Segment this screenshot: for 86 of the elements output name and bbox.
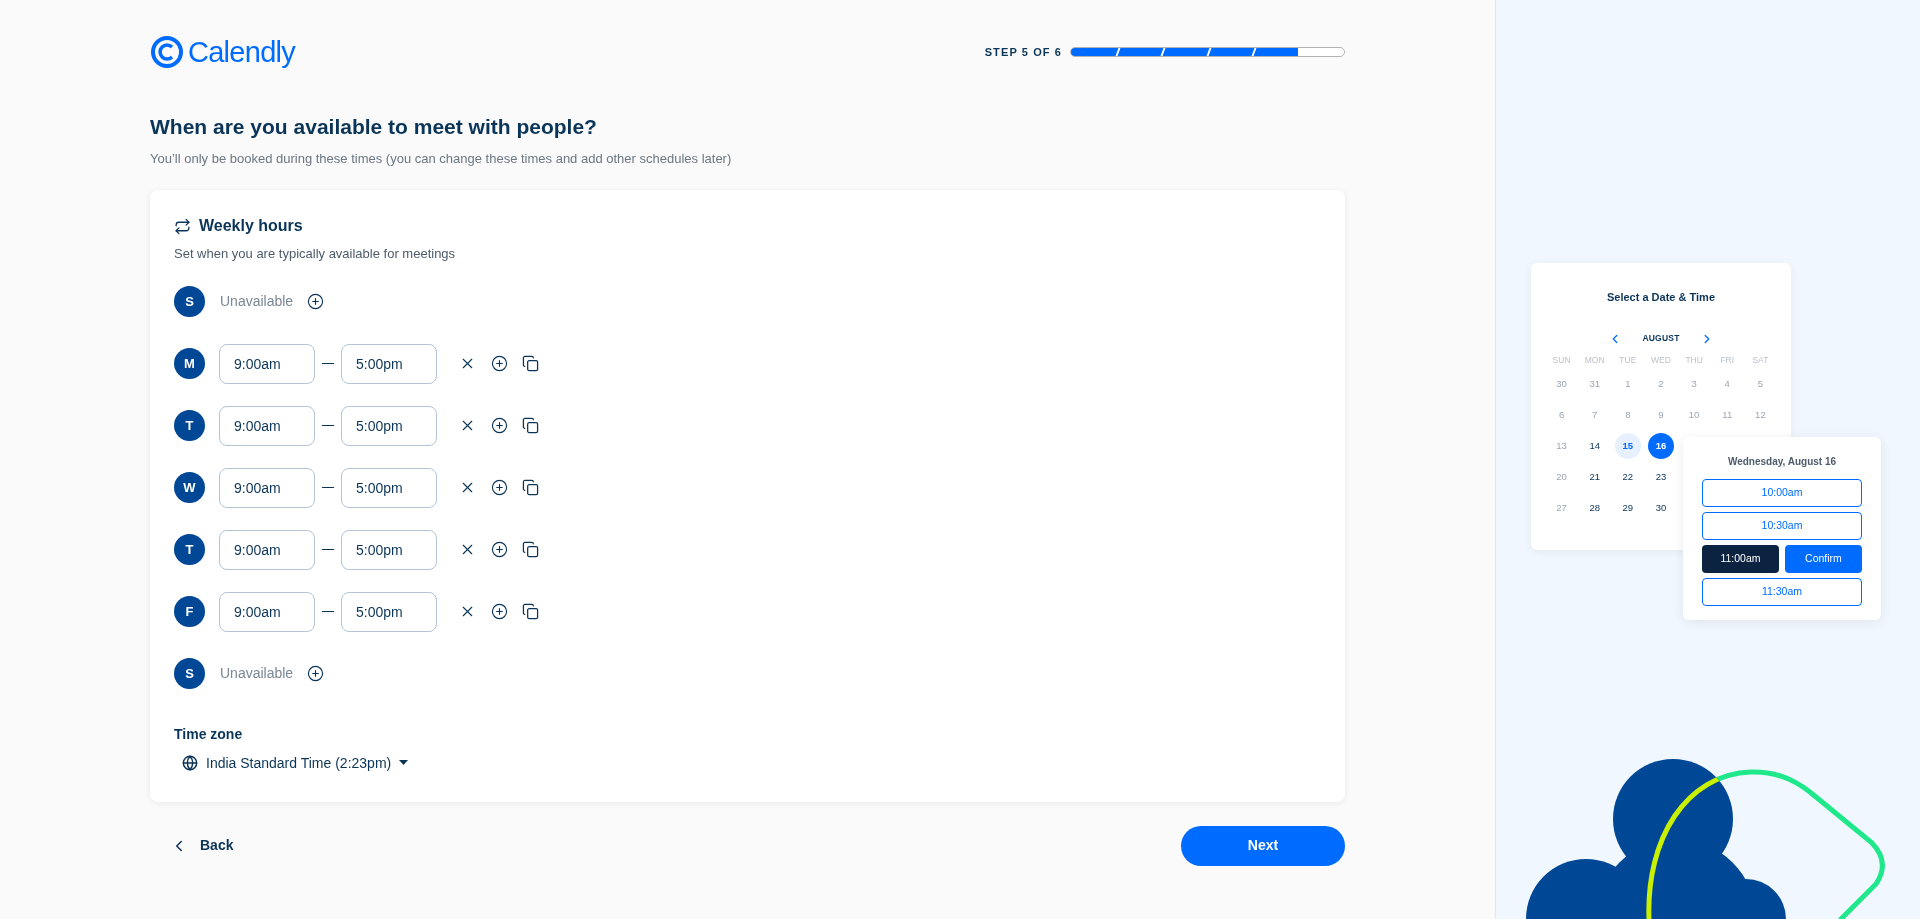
- add-interval-button[interactable]: [491, 603, 508, 620]
- start-time-field[interactable]: 9:00am: [219, 405, 315, 446]
- weekday-label: FRI: [1719, 353, 1736, 367]
- timezone-label: Time zone: [174, 724, 244, 744]
- add-hours-button[interactable]: [307, 665, 325, 682]
- start-time-field[interactable]: 9:00am: [219, 343, 315, 384]
- calendar-day: 30: [1548, 371, 1575, 398]
- calendar-title: Select a Date & Time: [1607, 290, 1715, 305]
- weekday-label: THU: [1684, 353, 1704, 367]
- calendar-day[interactable]: 14: [1581, 433, 1608, 460]
- start-time-field[interactable]: 9:00am: [219, 467, 315, 508]
- calendar-day: 9: [1648, 402, 1674, 429]
- day-badge: S: [174, 658, 205, 689]
- start-time-field[interactable]: 9:00am: [219, 591, 315, 632]
- add-interval-button[interactable]: [491, 541, 508, 558]
- caret-icon: [399, 760, 409, 766]
- calendar-day: 2: [1648, 371, 1674, 398]
- unavailable-label: Unavailable: [220, 292, 294, 311]
- weekday-label: TUE: [1618, 353, 1638, 367]
- day-badge: M: [174, 348, 205, 379]
- calendar-day: 4: [1714, 371, 1741, 398]
- add-hours-button[interactable]: [307, 293, 325, 310]
- end-time-field[interactable]: 5:00pm: [341, 467, 437, 508]
- logo-text: Calendly: [188, 37, 296, 67]
- add-interval-button[interactable]: [491, 417, 508, 434]
- back-button[interactable]: Back: [170, 835, 234, 856]
- calendar-day: 11: [1714, 402, 1741, 429]
- page-heading: When are you available to meet with people?: [150, 114, 598, 140]
- calendar-day: 13: [1548, 433, 1575, 460]
- weekday-label: SAT: [1751, 353, 1770, 367]
- card-title: Weekly hours: [199, 216, 303, 236]
- copy-button[interactable]: [522, 603, 539, 620]
- day-badge: W: [174, 472, 205, 503]
- calendar-day[interactable]: 30: [1648, 495, 1674, 522]
- step-label: STEP 5 OF 6: [984, 44, 1062, 60]
- weekday-label: WED: [1650, 353, 1672, 367]
- end-time-field[interactable]: 5:00pm: [341, 343, 437, 384]
- calendar-day: 3: [1681, 371, 1708, 398]
- day-badge: T: [174, 410, 205, 441]
- calendar-day[interactable]: 28: [1581, 495, 1608, 522]
- calendar-day: 12: [1747, 402, 1774, 429]
- page-subheading: You’ll only be booked during these times (you can change these times and add other schedules later): [150, 149, 733, 168]
- calendar-day: 27: [1548, 495, 1575, 522]
- end-time-field[interactable]: 5:00pm: [341, 591, 437, 632]
- time-slot[interactable]: 10:00am: [1702, 479, 1862, 507]
- weekday-label: MON: [1583, 353, 1606, 367]
- day-badge: T: [174, 534, 205, 565]
- copy-button[interactable]: [522, 479, 539, 496]
- calendar-day[interactable]: 15: [1614, 433, 1641, 460]
- copy-button[interactable]: [522, 541, 539, 558]
- calendar-day: 7: [1581, 402, 1608, 429]
- copy-button[interactable]: [522, 417, 539, 434]
- day-badge: S: [174, 286, 205, 317]
- globe-icon: [182, 755, 198, 771]
- calendar-day[interactable]: 21: [1581, 464, 1608, 491]
- calendar-day[interactable]: 22: [1614, 464, 1641, 491]
- calendar-day: 10: [1681, 402, 1708, 429]
- logo-icon: [150, 35, 184, 69]
- end-time-field[interactable]: 5:00pm: [341, 529, 437, 570]
- unavailable-label: Unavailable: [220, 664, 294, 683]
- end-time-field[interactable]: 5:00pm: [341, 405, 437, 446]
- time-slot[interactable]: 10:30am: [1702, 512, 1862, 540]
- confirm-button[interactable]: Confirm: [1785, 545, 1862, 573]
- add-interval-button[interactable]: [491, 479, 508, 496]
- calendar-day[interactable]: 29: [1614, 495, 1641, 522]
- timezone-dropdown[interactable]: India Standard Time (2:23pm): [182, 752, 409, 774]
- calendar-day[interactable]: 23: [1648, 464, 1674, 491]
- day-badge: F: [174, 596, 205, 627]
- copy-button[interactable]: [522, 355, 539, 372]
- calendar-day: 6: [1548, 402, 1575, 429]
- calendar-day: 8: [1614, 402, 1641, 429]
- card-subtitle: Set when you are typically available for meetings: [174, 245, 457, 263]
- calendar-day: 20: [1548, 464, 1575, 491]
- calendar-day: 1: [1614, 371, 1641, 398]
- start-time-field[interactable]: 9:00am: [219, 529, 315, 570]
- calendar-day[interactable]: 16: [1648, 433, 1674, 460]
- time-slot[interactable]: 11:30am: [1702, 578, 1862, 606]
- next-button[interactable]: Next: [1181, 825, 1345, 866]
- month-label: AUGUST: [1642, 332, 1680, 345]
- weekday-label: SUN: [1551, 353, 1572, 367]
- repeat-icon: [174, 217, 191, 235]
- calendar-day: 31: [1581, 371, 1608, 398]
- selected-date: Wednesday, August 16: [1727, 455, 1837, 469]
- add-interval-button[interactable]: [491, 355, 508, 372]
- calendar-day: 5: [1747, 371, 1774, 398]
- time-slot[interactable]: 11:00am: [1702, 545, 1779, 573]
